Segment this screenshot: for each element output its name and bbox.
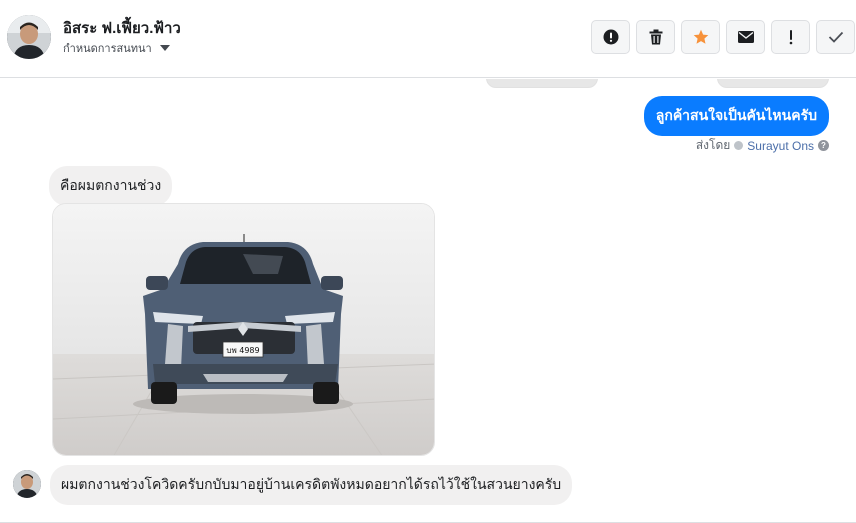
help-icon[interactable]: ?	[818, 140, 829, 151]
conversation-header: อิสระ ฟ.เฟี้ยว.ฟ้าว กำหนดการสนทนา	[0, 0, 856, 78]
delete-button[interactable]	[636, 20, 675, 54]
previous-photo-thumbnail[interactable]	[486, 79, 598, 88]
incoming-message[interactable]: คือผมตกงานช่วง	[49, 166, 173, 206]
car-photo[interactable]: บพ 4989	[52, 203, 435, 456]
message-thread[interactable]: ลูกค้าสนใจเป็นคันไหนครับ ส่งโดย Surayut …	[0, 79, 856, 523]
spam-button[interactable]	[771, 20, 810, 54]
conversation-label: กำหนดการสนทนา	[63, 43, 152, 55]
check-icon	[828, 31, 843, 43]
verified-icon	[734, 141, 744, 150]
envelope-icon	[737, 31, 754, 43]
sent-by-line: ส่งโดย Surayut Ons ?	[696, 136, 829, 155]
mark-done-button[interactable]	[816, 20, 855, 54]
caret-down-icon	[159, 45, 170, 51]
report-button[interactable]	[591, 20, 630, 54]
sender-name[interactable]: Surayut Ons	[747, 139, 814, 153]
sent-by-label: ส่งโดย	[695, 138, 731, 152]
star-button[interactable]	[681, 20, 720, 54]
previous-photo-thumbnail[interactable]	[717, 79, 829, 88]
incoming-message[interactable]: ผมตกงานช่วงโควิดครับกบับมาอยู่บ้านเครดิต…	[50, 465, 573, 505]
outgoing-message[interactable]: ลูกค้าสนใจเป็นคันไหนครับ	[643, 96, 829, 136]
avatar[interactable]	[7, 15, 51, 59]
star-icon	[693, 29, 708, 44]
trash-icon	[649, 29, 662, 45]
license-plate: บพ 4989	[226, 346, 259, 355]
mark-unread-button[interactable]	[726, 20, 765, 54]
conversation-toolbar	[591, 20, 855, 54]
exclamation-icon	[789, 30, 792, 45]
report-icon	[603, 29, 618, 45]
page-title: อิสระ ฟ.เฟี้ยว.ฟ้าว	[63, 20, 181, 37]
sender-avatar[interactable]	[13, 470, 41, 498]
conversation-label-dropdown[interactable]: กำหนดการสนทนา	[63, 39, 170, 57]
